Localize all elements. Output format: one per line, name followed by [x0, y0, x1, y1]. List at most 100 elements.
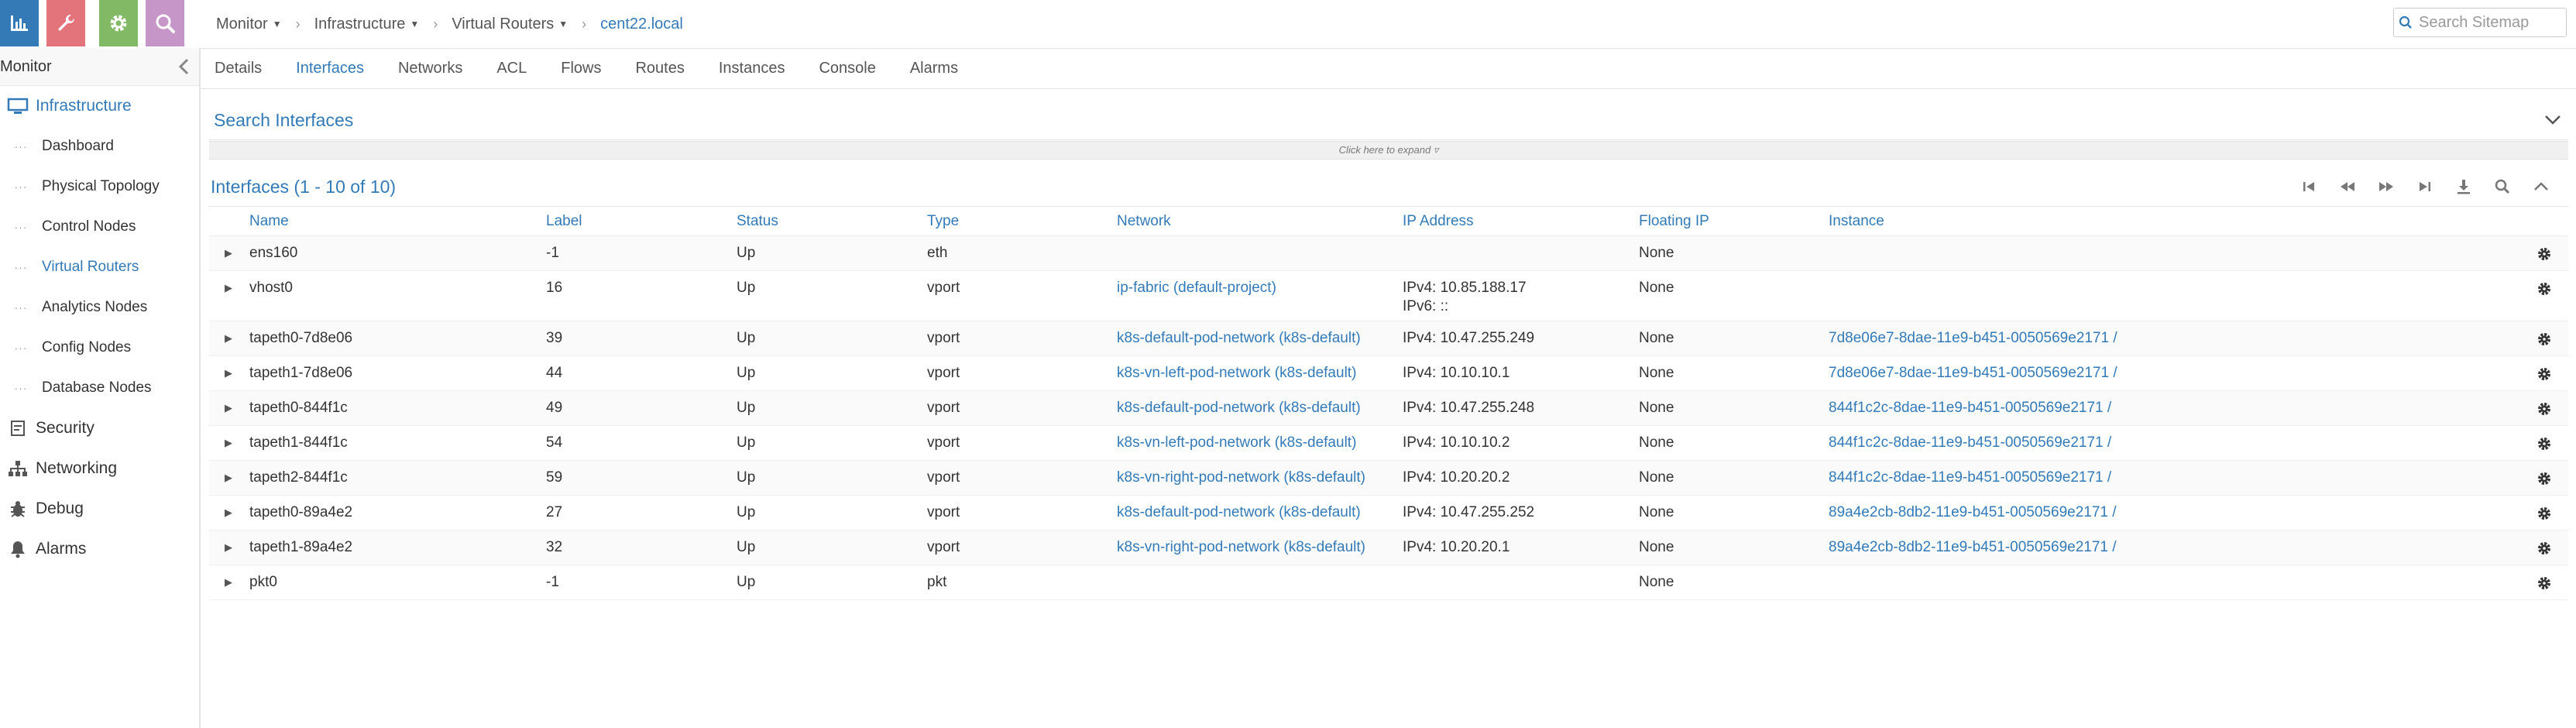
gear-icon[interactable]	[2536, 246, 2553, 263]
tab-alarms[interactable]: Alarms	[910, 48, 958, 88]
tree-dots: ···	[14, 140, 28, 153]
expand-row-icon[interactable]: ▶	[225, 565, 232, 599]
gear-icon[interactable]	[2536, 366, 2553, 383]
table-row[interactable]: ▶ tapeth2-844f1c 59 Up vport k8s-vn-righ…	[209, 461, 2568, 496]
tab-instances[interactable]: Instances	[719, 48, 785, 88]
cell-ip: IPv4: 10.10.10.2	[1403, 434, 1510, 451]
cell-instance[interactable]: 844f1c2c-8dae-11e9-b451-0050569e2171 /	[1829, 391, 2111, 425]
first-page-button[interactable]	[2289, 170, 2328, 204]
expand-row-icon[interactable]: ▶	[225, 531, 232, 565]
expand-row-icon[interactable]: ▶	[225, 391, 232, 425]
tab-networks[interactable]: Networks	[398, 48, 462, 88]
gear-icon[interactable]	[2536, 505, 2553, 522]
cell-network[interactable]: k8s-vn-left-pod-network (k8s-default)	[1117, 356, 1356, 390]
monitor-button[interactable]	[0, 0, 39, 46]
gear-icon[interactable]	[2536, 280, 2553, 297]
expand-row-icon[interactable]: ▶	[225, 236, 232, 270]
settings-button[interactable]	[99, 0, 138, 46]
sidebar-sub-virtual-routers[interactable]: ··· Virtual Routers	[0, 247, 199, 287]
gear-icon[interactable]	[2536, 540, 2553, 557]
tab-interfaces[interactable]: Interfaces	[296, 48, 364, 88]
configure-button[interactable]	[46, 0, 85, 46]
breadcrumb-infrastructure[interactable]: Infrastructure ▼	[314, 15, 420, 33]
expand-row-icon[interactable]: ▶	[225, 426, 232, 460]
sidebar-item-label: Infrastructure	[36, 97, 132, 115]
cell-network[interactable]: k8s-vn-right-pod-network (k8s-default)	[1117, 531, 1365, 565]
sidebar-sub-config-nodes[interactable]: ··· Config Nodes	[0, 328, 199, 368]
expand-row-icon[interactable]: ▶	[225, 356, 232, 390]
sidebar-item-networking[interactable]: Networking	[0, 448, 199, 489]
sidebar-sub-physical-topology[interactable]: ··· Physical Topology	[0, 167, 199, 207]
table-row[interactable]: ▶ tapeth1-89a4e2 32 Up vport k8s-vn-righ…	[209, 531, 2568, 565]
cell-instance[interactable]: 89a4e2cb-8db2-11e9-b451-0050569e2171 /	[1829, 531, 2117, 565]
column-header-instance[interactable]: Instance	[1829, 208, 1884, 235]
column-header-ip-address[interactable]: IP Address	[1403, 208, 1474, 235]
gear-icon[interactable]	[2536, 400, 2553, 417]
table-row[interactable]: ▶ tapeth1-844f1c 54 Up vport k8s-vn-left…	[209, 426, 2568, 461]
cell-instance[interactable]: 844f1c2c-8dae-11e9-b451-0050569e2171 /	[1829, 461, 2111, 495]
sidebar-item-infrastructure[interactable]: Infrastructure	[0, 86, 199, 126]
last-page-button[interactable]	[2406, 170, 2444, 204]
gear-icon[interactable]	[2536, 435, 2553, 452]
tab-console[interactable]: Console	[819, 48, 875, 88]
cell-instance[interactable]: 89a4e2cb-8db2-11e9-b451-0050569e2171 /	[1829, 496, 2117, 530]
cell-network[interactable]: k8s-vn-right-pod-network (k8s-default)	[1117, 461, 1365, 495]
sidebar-item-debug[interactable]: Debug	[0, 489, 199, 529]
gear-icon[interactable]	[2536, 470, 2553, 487]
column-header-label[interactable]: Label	[546, 208, 582, 235]
expand-row-icon[interactable]: ▶	[225, 496, 232, 530]
security-icon	[0, 419, 36, 438]
expand-row-icon[interactable]: ▶	[225, 271, 232, 305]
expand-row-icon[interactable]: ▶	[225, 461, 232, 495]
sitemap-search[interactable]	[2393, 8, 2567, 37]
collapse-sidebar-button[interactable]	[168, 48, 199, 85]
column-header-network[interactable]: Network	[1117, 208, 1171, 235]
tab-acl[interactable]: ACL	[496, 48, 527, 88]
table-row[interactable]: ▶ tapeth0-7d8e06 39 Up vport k8s-default…	[209, 321, 2568, 356]
column-header-type[interactable]: Type	[927, 208, 959, 235]
sidebar-sub-analytics-nodes[interactable]: ··· Analytics Nodes	[0, 287, 199, 328]
sidebar-sub-control-nodes[interactable]: ··· Control Nodes	[0, 207, 199, 247]
breadcrumb-current[interactable]: cent22.local	[600, 15, 683, 33]
table-row[interactable]: ▶ tapeth1-7d8e06 44 Up vport k8s-vn-left…	[209, 356, 2568, 391]
cell-network[interactable]: k8s-vn-left-pod-network (k8s-default)	[1117, 426, 1356, 460]
search-interfaces-panel[interactable]: Search Interfaces	[209, 101, 2568, 140]
breadcrumb-virtual-routers[interactable]: Virtual Routers ▼	[452, 15, 568, 33]
tab-details[interactable]: Details	[215, 48, 262, 88]
sidebar-item-security[interactable]: Security	[0, 408, 199, 448]
table-row[interactable]: ▶ pkt0 -1 Up pkt None	[209, 565, 2568, 600]
column-header-status[interactable]: Status	[737, 208, 778, 235]
expand-hint[interactable]: Click here to expand ▿	[209, 141, 2568, 160]
export-button[interactable]	[2444, 170, 2483, 204]
tab-routes[interactable]: Routes	[635, 48, 684, 88]
search-input[interactable]	[2417, 12, 2560, 33]
column-header-floating-ip[interactable]: Floating IP	[1639, 208, 1709, 235]
cell-network[interactable]: k8s-default-pod-network (k8s-default)	[1117, 321, 1361, 355]
query-button[interactable]	[146, 0, 184, 46]
cell-instance[interactable]: 7d8e06e7-8dae-11e9-b451-0050569e2171 /	[1829, 321, 2117, 355]
table-row[interactable]: ▶ tapeth0-844f1c 49 Up vport k8s-default…	[209, 391, 2568, 426]
table-row[interactable]: ▶ ens160 -1 Up eth None	[209, 236, 2568, 271]
breadcrumb-monitor[interactable]: Monitor ▼	[216, 15, 282, 33]
gear-icon[interactable]	[2536, 575, 2553, 592]
table-row[interactable]: ▶ tapeth0-89a4e2 27 Up vport k8s-default…	[209, 496, 2568, 531]
sidebar-sub-database-nodes[interactable]: ··· Database Nodes	[0, 368, 199, 408]
column-header-name[interactable]: Name	[249, 208, 289, 235]
sidebar-item-alarms[interactable]: Alarms	[0, 529, 199, 569]
table-row[interactable]: ▶ vhost0 16 Up vport ip-fabric (default-…	[209, 271, 2568, 321]
next-page-button[interactable]	[2367, 170, 2406, 204]
collapse-grid-button[interactable]	[2522, 170, 2561, 204]
expand-row-icon[interactable]: ▶	[225, 321, 232, 355]
cell-network[interactable]: ip-fabric (default-project)	[1117, 271, 1276, 305]
cell-instance[interactable]: 844f1c2c-8dae-11e9-b451-0050569e2171 /	[1829, 426, 2111, 460]
cell-instance[interactable]: 7d8e06e7-8dae-11e9-b451-0050569e2171 /	[1829, 356, 2117, 390]
prev-page-button[interactable]	[2328, 170, 2367, 204]
chevron-down-icon[interactable]	[2537, 115, 2568, 125]
sidebar-sub-dashboard[interactable]: ··· Dashboard	[0, 126, 199, 167]
gear-icon[interactable]	[2536, 331, 2553, 348]
cell-network[interactable]: k8s-default-pod-network (k8s-default)	[1117, 496, 1361, 530]
sidebar-sub-label: Config Nodes	[42, 339, 132, 355]
tab-flows[interactable]: Flows	[561, 48, 601, 88]
grid-search-button[interactable]	[2483, 170, 2522, 204]
cell-network[interactable]: k8s-default-pod-network (k8s-default)	[1117, 391, 1361, 425]
